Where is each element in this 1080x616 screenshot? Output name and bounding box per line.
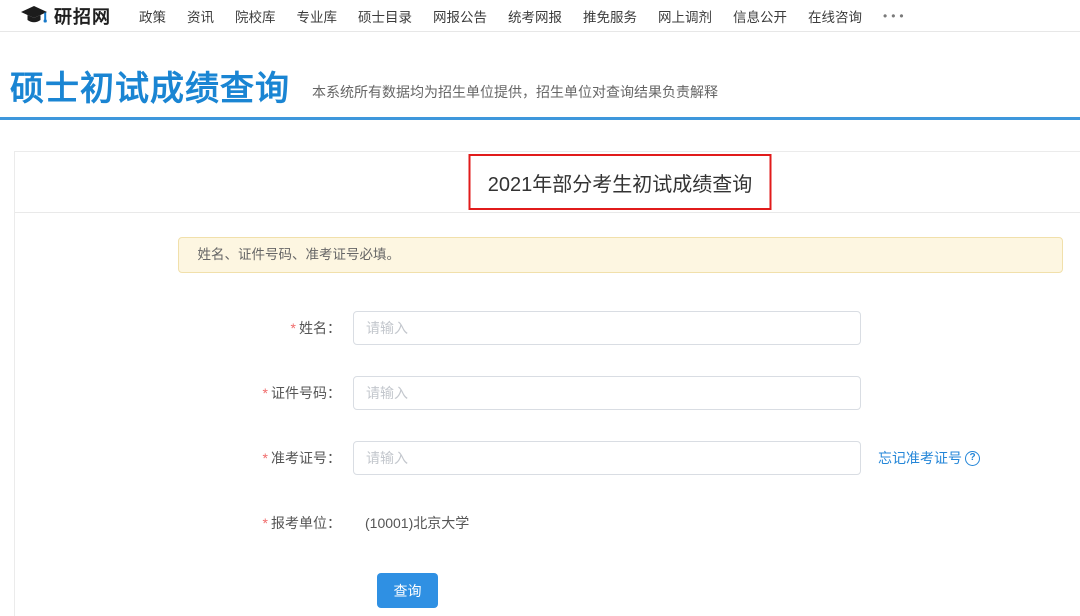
forgot-ticket-link-text: 忘记准考证号	[878, 448, 962, 468]
nav-item-info-disclosure[interactable]: 信息公开	[733, 6, 787, 26]
admission-ticket-input[interactable]	[353, 441, 861, 475]
page-header: 硕士初试成绩查询 本系统所有数据均为招生单位提供，招生单位对查询结果负责解释	[0, 32, 1080, 117]
query-button[interactable]: 查询	[377, 573, 438, 608]
site-logo-text: 研招网	[54, 3, 111, 29]
nav-item-unified-exam-report[interactable]: 统考网报	[508, 6, 562, 26]
name-input[interactable]	[353, 311, 861, 345]
graduation-cap-icon	[20, 6, 48, 26]
required-asterisk: *	[263, 450, 268, 466]
nav-item-policy[interactable]: 政策	[139, 6, 166, 26]
form-row-admission-ticket: *准考证号： 忘记准考证号 ?	[15, 441, 1080, 475]
nav-item-exempt-service[interactable]: 推免服务	[583, 6, 637, 26]
name-label: *姓名：	[15, 318, 341, 338]
question-circle-icon[interactable]: ?	[965, 451, 980, 466]
form-row-name: *姓名：	[15, 311, 1080, 345]
nav-item-online-adjustment[interactable]: 网上调剂	[658, 6, 712, 26]
target-institution-value: (10001)北京大学	[365, 513, 469, 533]
card-title: 2021年部分考生初试成绩查询	[488, 168, 753, 197]
header-divider	[0, 117, 1080, 120]
form-row-target-institution: *报考单位： (10001)北京大学	[15, 506, 1080, 540]
nav-item-college-library[interactable]: 院校库	[235, 6, 276, 26]
form-row-id-number: *证件号码：	[15, 376, 1080, 410]
id-number-input[interactable]	[353, 376, 861, 410]
query-form: *姓名： *证件号码： *准考证号： 忘记准考证号 ? *报考单位： (1000…	[15, 311, 1080, 608]
page-subtitle: 本系统所有数据均为招生单位提供，招生单位对查询结果负责解释	[312, 82, 718, 117]
required-fields-alert: 姓名、证件号码、准考证号必填。	[178, 237, 1063, 273]
required-asterisk: *	[263, 385, 268, 401]
site-logo[interactable]: 研招网	[20, 3, 111, 29]
required-asterisk: *	[263, 515, 268, 531]
nav-item-online-consult[interactable]: 在线咨询	[808, 6, 862, 26]
nav-more-ellipsis-icon[interactable]: •••	[883, 9, 908, 23]
target-institution-label: *报考单位：	[15, 513, 341, 533]
nav-item-master-catalog[interactable]: 硕士目录	[358, 6, 412, 26]
card-header: 2021年部分考生初试成绩查询	[15, 152, 1080, 213]
top-navbar: 研招网 政策 资讯 院校库 专业库 硕士目录 网报公告 统考网报 推免服务 网上…	[0, 0, 1080, 32]
query-card: 2021年部分考生初试成绩查询 姓名、证件号码、准考证号必填。 *姓名： *证件…	[14, 151, 1080, 616]
nav-item-news[interactable]: 资讯	[187, 6, 214, 26]
id-number-label: *证件号码：	[15, 383, 341, 403]
nav-item-major-library[interactable]: 专业库	[297, 6, 338, 26]
required-asterisk: *	[291, 320, 296, 336]
page-title: 硕士初试成绩查询	[10, 70, 290, 117]
nav-item-online-report-notice[interactable]: 网报公告	[433, 6, 487, 26]
forgot-ticket-link[interactable]: 忘记准考证号 ?	[878, 448, 980, 468]
admission-ticket-label: *准考证号：	[15, 448, 341, 468]
